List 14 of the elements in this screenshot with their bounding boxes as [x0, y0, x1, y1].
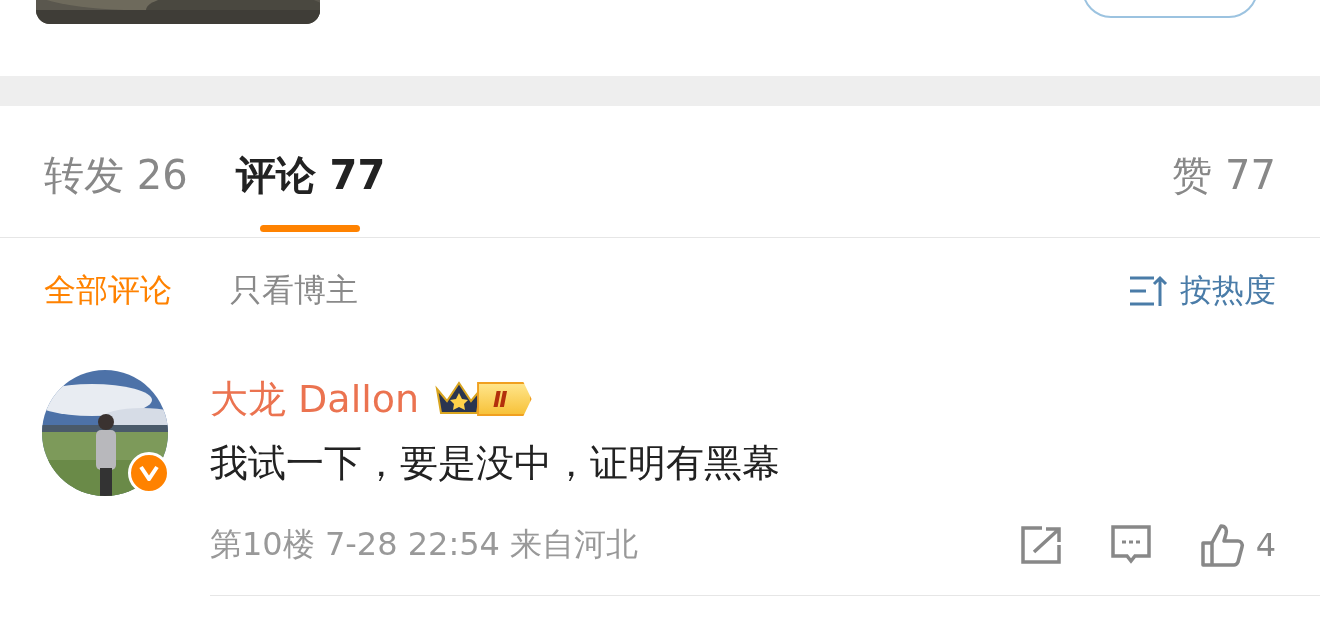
share-button[interactable]	[1019, 525, 1062, 565]
sort-icon	[1128, 274, 1168, 308]
comment-meta: 第10楼 7-28 22:54 来自河北	[210, 524, 639, 565]
filter-tab[interactable]: 只看博主	[230, 269, 358, 313]
comment-text: 我试一下，要是没中，证明有黑幕	[210, 440, 781, 487]
tab[interactable]: 评论 77	[235, 148, 386, 232]
likes-count[interactable]: 赞 77	[1172, 148, 1276, 203]
tab[interactable]: 转发 26	[44, 148, 188, 203]
level-badge: Ⅱ	[477, 382, 532, 416]
comment-button[interactable]	[1109, 524, 1152, 566]
username[interactable]: 大龙 Dallon	[210, 373, 420, 425]
filter-tab[interactable]: 全部评论	[44, 269, 172, 313]
sort-button[interactable]: 按热度	[1128, 269, 1276, 313]
like-button[interactable]: 4	[1199, 523, 1276, 567]
